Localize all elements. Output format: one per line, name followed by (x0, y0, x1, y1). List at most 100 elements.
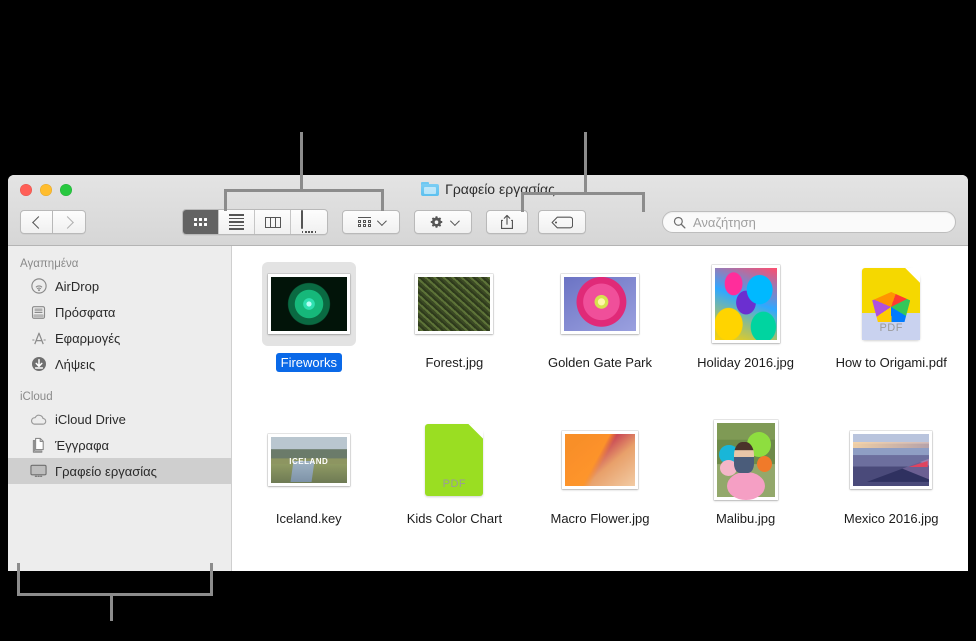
kids-color-chart-pdf-icon: PDF (425, 424, 484, 496)
file-item-kids-color-chart[interactable]: PDF Kids Color Chart (382, 410, 528, 566)
tags-button[interactable] (538, 210, 586, 234)
pdf-label: PDF (879, 322, 903, 334)
sidebar-item-label: Γραφείο εργασίας (55, 463, 157, 479)
window-body: Αγαπημένα AirDrop Πρόσφατα Εφαρμογές Λήψ… (8, 246, 968, 571)
chevron-down-icon (449, 215, 460, 226)
thumbnail (699, 418, 793, 502)
chevron-right-icon (61, 215, 74, 229)
view-mode-group (182, 209, 328, 235)
holiday-2016-thumbnail-image (711, 265, 780, 343)
file-label: Golden Gate Park (547, 355, 653, 370)
list-view-button[interactable] (219, 210, 255, 234)
icon-view-button[interactable] (183, 210, 219, 234)
file-item-macro-flower[interactable]: Macro Flower.jpg (527, 410, 673, 566)
sidebar-item-documents[interactable]: Έγγραφα (8, 432, 231, 458)
icon-grid: Fireworks Forest.jpg Golden Gate Park Ho… (232, 246, 968, 566)
sidebar-item-label: Εφαρμογές (55, 330, 121, 346)
navigation-buttons (20, 210, 86, 234)
file-item-golden-gate-park[interactable]: Golden Gate Park (527, 254, 673, 410)
cloud-icon (30, 411, 47, 428)
forest-thumbnail-image (415, 274, 494, 334)
iceland-thumbnail-image: ICELAND (267, 434, 350, 486)
file-label: Holiday 2016.jpg (697, 355, 795, 370)
file-label: Iceland.key (275, 511, 342, 526)
downloads-icon (30, 356, 47, 373)
golden-gate-park-thumbnail-image (560, 274, 639, 334)
thumbnail: ICELAND (262, 418, 356, 502)
macro-flower-thumbnail-image (561, 431, 638, 489)
grid-icon (194, 218, 207, 226)
file-item-fireworks[interactable]: Fireworks (236, 254, 382, 410)
sidebar-item-label: Λήψεις (55, 356, 96, 372)
sidebar-item-label: iCloud Drive (55, 411, 126, 427)
file-label: Kids Color Chart (406, 511, 503, 526)
file-item-iceland-key[interactable]: ICELAND Iceland.key (236, 410, 382, 566)
airdrop-icon (30, 278, 47, 295)
window-titlebar: Γραφείο εργασίας Αναζήτηση (8, 175, 968, 246)
search-icon (673, 216, 686, 229)
search-placeholder: Αναζήτηση (693, 214, 756, 230)
finder-window: Γραφείο εργασίας Αναζήτηση Αγαπημένα Air… (8, 175, 968, 571)
file-item-how-to-origami-pdf[interactable]: PDF How to Origami.pdf (818, 254, 964, 410)
file-item-holiday-2016[interactable]: Holiday 2016.jpg (673, 254, 819, 410)
arrange-button[interactable] (342, 210, 400, 234)
file-label: Mexico 2016.jpg (843, 511, 939, 526)
file-label: Macro Flower.jpg (550, 511, 650, 526)
action-button[interactable] (414, 210, 472, 234)
sidebar-item-desktop[interactable]: Γραφείο εργασίας (8, 458, 231, 484)
folder-icon (421, 182, 440, 196)
tag-icon (551, 216, 573, 228)
file-label: Fireworks (275, 353, 342, 372)
fireworks-thumbnail-image (267, 274, 350, 334)
columns-icon (264, 216, 281, 228)
thumbnail (261, 262, 356, 346)
sidebar: Αγαπημένα AirDrop Πρόσφατα Εφαρμογές Λήψ… (8, 246, 232, 571)
forward-button[interactable] (53, 210, 86, 234)
file-label: Forest.jpg (425, 355, 484, 370)
sidebar-item-downloads[interactable]: Λήψεις (8, 351, 231, 377)
desktop-icon (30, 463, 47, 480)
chevron-left-icon (31, 215, 45, 229)
sidebar-item-label: Πρόσφατα (55, 304, 116, 320)
sidebar-item-label: Έγγραφα (55, 437, 110, 453)
list-icon (229, 214, 244, 230)
sidebar-item-recents[interactable]: Πρόσφατα (8, 299, 231, 325)
file-item-mexico-2016[interactable]: Mexico 2016.jpg (818, 410, 964, 566)
chevron-down-icon (376, 215, 387, 226)
file-label: Malibu.jpg (715, 511, 776, 526)
toolbar: Αναζήτηση (8, 202, 968, 242)
gallery-view-button[interactable] (291, 210, 327, 234)
thumbnail (553, 262, 647, 346)
sidebar-section-header-icloud: iCloud (20, 391, 53, 403)
share-button[interactable] (486, 210, 528, 234)
sidebar-item-label: AirDrop (55, 278, 100, 294)
thumbnail (407, 262, 501, 346)
thumbnail (553, 418, 647, 502)
malibu-thumbnail-image (713, 420, 778, 500)
recents-icon (30, 304, 47, 321)
mexico-2016-thumbnail-image (850, 431, 933, 489)
thumbnail: PDF (844, 262, 938, 346)
gear-icon (430, 215, 443, 228)
thumbnail (844, 418, 938, 502)
sidebar-section-header-favorites: Αγαπημένα (20, 258, 79, 270)
file-item-malibu[interactable]: Malibu.jpg (673, 410, 819, 566)
file-item-forest[interactable]: Forest.jpg (382, 254, 528, 410)
thumbnail: PDF (407, 418, 501, 502)
documents-icon (30, 437, 47, 454)
search-field[interactable]: Αναζήτηση (662, 211, 956, 233)
coverflow-icon (300, 210, 318, 233)
window-title: Γραφείο εργασίας (8, 179, 968, 199)
applications-icon (30, 330, 47, 347)
share-icon (501, 214, 513, 230)
sidebar-item-applications[interactable]: Εφαρμογές (8, 325, 231, 351)
file-browser-content: Fireworks Forest.jpg Golden Gate Park Ho… (232, 246, 968, 571)
thumbnail (699, 262, 793, 346)
column-view-button[interactable] (255, 210, 291, 234)
screenshot-stage: Γραφείο εργασίας Αναζήτηση Αγαπημένα Air… (0, 0, 976, 641)
origami-pdf-icon: PDF (862, 268, 921, 340)
sidebar-item-icloud-drive[interactable]: iCloud Drive (8, 406, 231, 432)
back-button[interactable] (20, 210, 53, 234)
arrange-icon (358, 216, 371, 228)
sidebar-item-airdrop[interactable]: AirDrop (8, 273, 231, 299)
